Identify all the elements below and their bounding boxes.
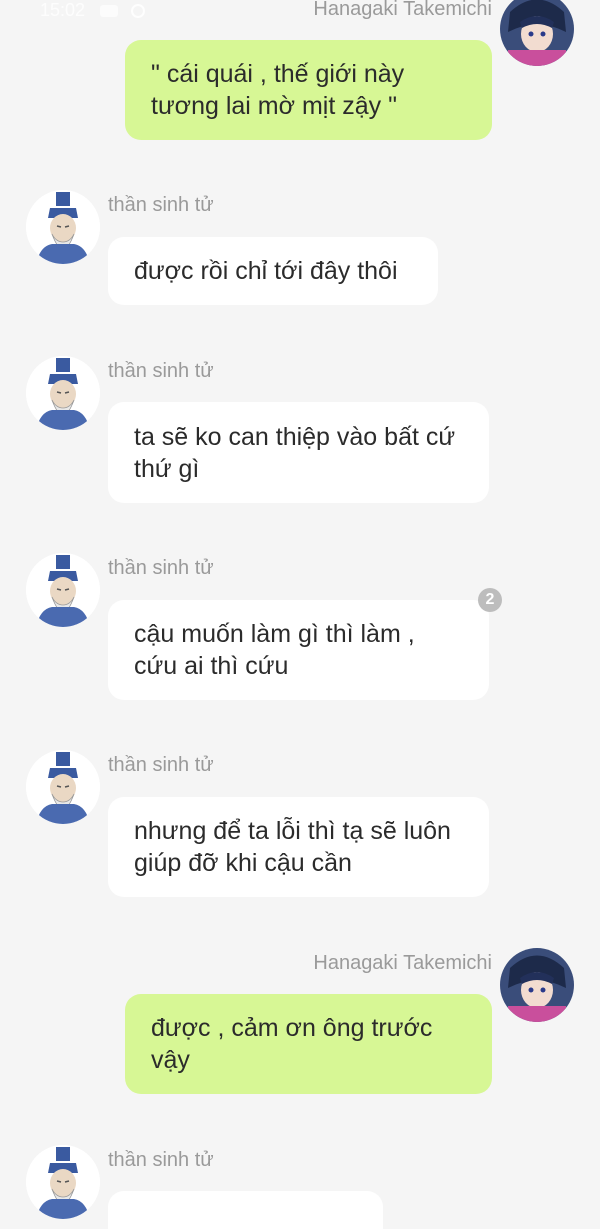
avatar-takemichi[interactable] <box>500 948 574 1022</box>
message-text: cậu muốn làm gì thì làm , cứu ai thì cứu <box>134 620 415 680</box>
status-time: 15:02 <box>40 0 86 20</box>
avatar-than-sinh-tu[interactable] <box>26 356 100 430</box>
message-text: được , cảm ơn ông trước vậy <box>151 1014 433 1074</box>
sender-name: thần sinh tử <box>108 557 214 579</box>
avatar-than-sinh-tu[interactable] <box>26 190 100 264</box>
message-bubble-incoming[interactable]: được rồi chỉ tới đây thôi <box>108 237 438 305</box>
sender-name: thần sinh tử <box>108 754 214 776</box>
sender-name: thần sinh tử <box>108 360 214 382</box>
message-bubble-incoming[interactable]: cậu muốn làm gì thì làm , cứu ai thì cứu <box>108 600 489 700</box>
message-bubble-outgoing[interactable]: được , cảm ơn ông trước vậy <box>125 994 492 1094</box>
comment-count-badge[interactable]: 2 <box>478 588 502 612</box>
avatar-than-sinh-tu[interactable] <box>26 1145 100 1219</box>
message-text: nhưng để ta lỗi thì tạ sẽ luôn giúp đỡ k… <box>134 817 451 877</box>
message-bubble-incoming[interactable] <box>108 1191 383 1229</box>
sender-name: thần sinh tử <box>108 194 214 216</box>
notification-icon <box>100 5 119 18</box>
message-bubble-outgoing[interactable]: " cái quái , thế giới này tương lai mờ m… <box>125 40 492 140</box>
message-text: " cái quái , thế giới này tương lai mờ m… <box>151 60 405 120</box>
avatar-than-sinh-tu[interactable] <box>26 750 100 824</box>
message-bubble-incoming[interactable]: nhưng để ta lỗi thì tạ sẽ luôn giúp đỡ k… <box>108 797 489 897</box>
message-text: ta sẽ ko can thiệp vào bất cứ thứ gì <box>134 422 456 483</box>
message-bubble-incoming[interactable]: ta sẽ ko can thiệp vào bất cứ thứ gì <box>108 402 489 503</box>
avatar-than-sinh-tu[interactable] <box>26 553 100 627</box>
sender-name: Hanagaki Takemichi <box>313 952 492 974</box>
message-text: được rồi chỉ tới đây thôi <box>134 257 398 285</box>
sender-name: Hanagaki Takemichi <box>313 0 492 20</box>
sender-name: thần sinh tử <box>108 1149 214 1171</box>
sync-icon <box>131 4 146 19</box>
avatar-takemichi[interactable] <box>500 0 574 66</box>
